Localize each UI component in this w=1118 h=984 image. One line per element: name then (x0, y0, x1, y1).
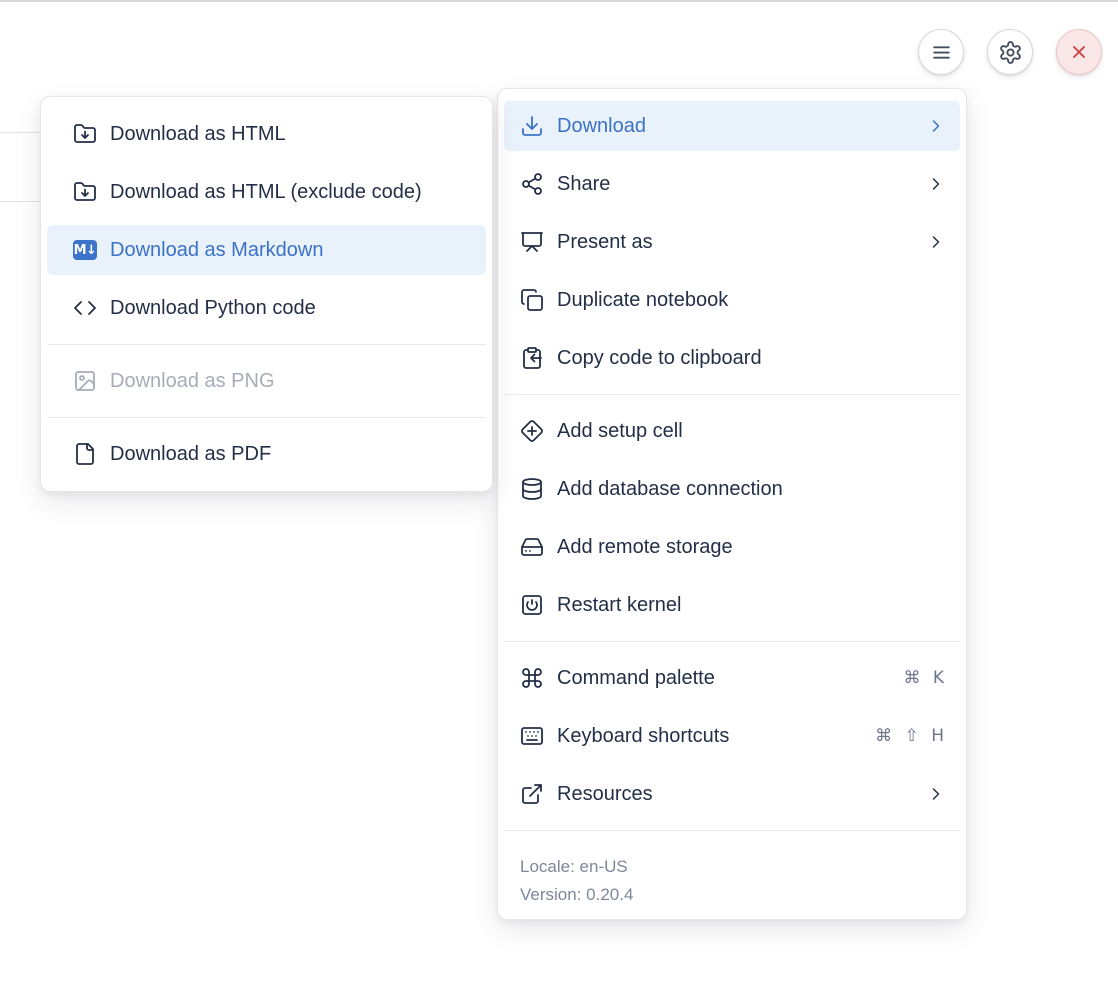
menu-item-label: Download as PNG (110, 370, 472, 393)
menu-icon (929, 40, 954, 65)
menu-item-add-setup-cell[interactable]: Add setup cell (504, 406, 960, 456)
menu-item-label: Resources (557, 783, 916, 806)
menu-item-label: Download as PDF (110, 443, 472, 466)
shortcut-hint: ⌘ ⇧ H (875, 726, 946, 746)
menu-item-label: Present as (557, 231, 916, 254)
window-top-border (0, 0, 1118, 2)
locale-label: Locale: en-US (520, 853, 944, 881)
background-rule (0, 201, 41, 202)
chevron-right-icon (926, 174, 946, 194)
menu-item-resources[interactable]: Resources (504, 769, 960, 819)
menu-item-label: Restart kernel (557, 594, 946, 617)
shutdown-button[interactable] (1056, 29, 1102, 75)
menu-item-label: Share (557, 173, 916, 196)
menu-separator (504, 830, 960, 831)
menu-separator (504, 394, 960, 395)
markdown-badge-icon: M↓ (73, 238, 97, 262)
database-icon (520, 477, 544, 501)
file-icon (73, 442, 97, 466)
background-rule (0, 132, 41, 133)
chevron-right-icon (926, 116, 946, 136)
menu-item-download-python-code[interactable]: Download Python code (47, 283, 486, 333)
clipboard-copy-icon (520, 346, 544, 370)
menu-item-label: Command palette (557, 667, 891, 690)
share-icon (520, 172, 544, 196)
menu-separator (47, 344, 486, 345)
menu-item-label: Keyboard shortcuts (557, 725, 863, 748)
menu-item-restart-kernel[interactable]: Restart kernel (504, 580, 960, 630)
chevron-right-icon (926, 232, 946, 252)
menu-separator (47, 417, 486, 418)
notebook-toolbar (918, 29, 1102, 75)
menu-item-label: Add remote storage (557, 536, 946, 559)
folder-download-icon (73, 122, 97, 146)
menu-item-label: Add database connection (557, 478, 946, 501)
power-square-icon (520, 593, 544, 617)
menu-item-download-as-pdf[interactable]: Download as PDF (47, 429, 486, 479)
menu-item-download[interactable]: Download (504, 101, 960, 151)
menu-item-download-as-html-exclude-code[interactable]: Download as HTML (exclude code) (47, 167, 486, 217)
image-icon (73, 369, 97, 393)
menu-item-label: Download (557, 115, 916, 138)
menu-item-download-as-html[interactable]: Download as HTML (47, 109, 486, 159)
menu-footer: Locale: en-US Version: 0.20.4 (504, 842, 960, 919)
menu-item-add-database-connection[interactable]: Add database connection (504, 464, 960, 514)
close-icon (1068, 41, 1090, 63)
menu-item-copy-code-to-clipboard[interactable]: Copy code to clipboard (504, 333, 960, 383)
menu-item-duplicate-notebook[interactable]: Duplicate notebook (504, 275, 960, 325)
menu-item-label: Copy code to clipboard (557, 347, 946, 370)
version-label: Version: 0.20.4 (520, 881, 944, 909)
diamond-plus-icon (520, 419, 544, 443)
menu-item-download-as-png: Download as PNG (47, 356, 486, 406)
copy-icon (520, 288, 544, 312)
menu-item-label: Download as HTML (110, 123, 472, 146)
hard-drive-icon (520, 535, 544, 559)
download-submenu: Download as HTML Download as HTML (exclud… (40, 96, 493, 492)
menu-item-keyboard-shortcuts[interactable]: Keyboard shortcuts ⌘ ⇧ H (504, 711, 960, 761)
keyboard-icon (520, 724, 544, 748)
menu-item-label: Download as HTML (exclude code) (110, 181, 472, 204)
menu-item-download-as-markdown[interactable]: M↓ Download as Markdown (47, 225, 486, 275)
shortcut-hint: ⌘ K (903, 668, 946, 688)
menu-item-share[interactable]: Share (504, 159, 960, 209)
download-icon (520, 114, 544, 138)
menu-item-label: Download Python code (110, 297, 472, 320)
command-icon (520, 666, 544, 690)
app-background: { "toolbar": { "buttons": [ { "name": "n… (0, 0, 1118, 984)
folder-download-icon (73, 180, 97, 204)
menu-item-command-palette[interactable]: Command palette ⌘ K (504, 653, 960, 703)
code-icon (73, 296, 97, 320)
menu-item-label: Duplicate notebook (557, 289, 946, 312)
menu-item-label: Add setup cell (557, 420, 946, 443)
presentation-icon (520, 230, 544, 254)
settings-button[interactable] (987, 29, 1033, 75)
menu-separator (504, 641, 960, 642)
menu-item-add-remote-storage[interactable]: Add remote storage (504, 522, 960, 572)
external-link-icon (520, 782, 544, 806)
gear-icon (998, 40, 1023, 65)
chevron-right-icon (926, 784, 946, 804)
menu-item-label: Download as Markdown (110, 239, 472, 262)
notebook-menu: Download Share Present as Duplicate noteboo… (497, 88, 967, 920)
notebook-actions-button[interactable] (918, 29, 964, 75)
menu-item-present-as[interactable]: Present as (504, 217, 960, 267)
